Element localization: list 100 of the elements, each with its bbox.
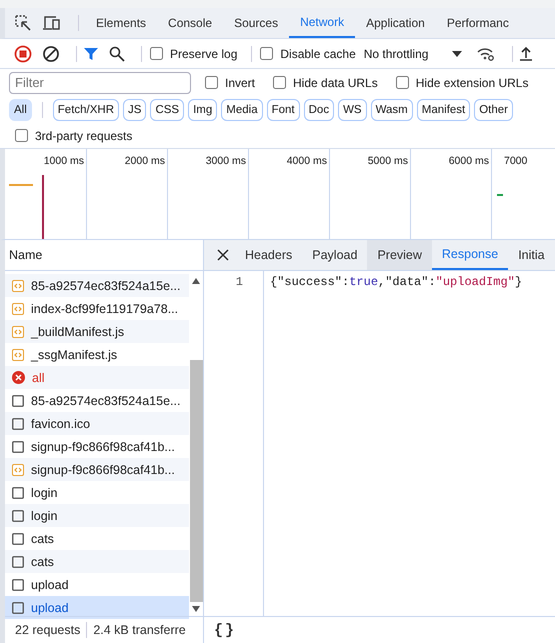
request-name: cats — [31, 554, 54, 568]
panel-tab[interactable]: Performanc — [436, 8, 520, 38]
type-filter-chip[interactable]: Wasm — [370, 98, 413, 120]
filter-field[interactable]: Filter — [9, 72, 191, 94]
code-line: {"success":true,"data":"uploadImg"} — [270, 275, 524, 289]
request-row[interactable]: cats — [5, 527, 189, 550]
document-icon — [12, 440, 24, 452]
panel-tab[interactable]: Network — [289, 8, 356, 38]
request-row[interactable]: 85-a92574ec83f524a15e... — [5, 389, 189, 412]
panel-tab[interactable]: Elements — [85, 8, 158, 38]
panel-tab[interactable]: Sources — [223, 8, 290, 38]
third-party-checkbox[interactable] — [15, 129, 28, 142]
disable-cache-checkbox[interactable] — [260, 47, 274, 60]
column-header[interactable]: Name — [9, 248, 42, 262]
request-row[interactable]: _ssgManifest.js — [5, 343, 189, 366]
time-tick-label: 6000 ms — [448, 155, 489, 169]
request-row[interactable]: _buildManifest.js — [5, 320, 189, 343]
request-name: signup-f9c866f98caf41b... — [31, 462, 175, 476]
time-tick-label: 4000 ms — [286, 155, 327, 169]
inspect-icon[interactable] — [14, 14, 32, 32]
time-tick-label: 2000 ms — [124, 155, 165, 169]
scroll-up-icon[interactable] — [192, 278, 200, 284]
throttling-dropdown[interactable]: No throttling — [364, 46, 476, 60]
request-name: login — [31, 486, 58, 500]
device-icon[interactable] — [42, 14, 62, 32]
type-filter-chip[interactable]: Doc — [304, 98, 334, 120]
detail-tab[interactable]: Preview — [367, 240, 432, 270]
type-filter-chip[interactable]: Manifest — [416, 98, 470, 120]
type-filter-chip[interactable]: WS — [338, 98, 367, 120]
type-filter-chip[interactable]: Font — [266, 98, 300, 120]
type-filter-chip[interactable]: Img — [188, 98, 218, 120]
script-file-icon — [12, 302, 24, 314]
record-icon[interactable] — [14, 44, 32, 62]
transferred-size: 2.4 kB transferre — [93, 623, 186, 637]
request-row[interactable]: index-8cf99fe119179a78... — [5, 297, 189, 320]
request-row[interactable]: login — [5, 504, 189, 527]
scroll-down-icon[interactable] — [192, 606, 200, 612]
caret-icon — [452, 50, 462, 56]
type-filter-chip[interactable]: Media — [221, 98, 263, 120]
search-icon[interactable] — [109, 46, 125, 62]
request-row[interactable]: all — [5, 366, 189, 389]
close-icon[interactable] — [217, 249, 229, 261]
pretty-print-button[interactable]: {} — [212, 622, 238, 638]
upload-icon[interactable] — [519, 46, 534, 62]
panel-tab[interactable]: Console — [157, 8, 224, 38]
request-count: 22 requests — [15, 623, 80, 637]
type-filter-chip[interactable]: JS — [123, 98, 146, 120]
request-row[interactable]: upload — [5, 596, 189, 619]
request-name: favicon.ico — [31, 416, 90, 430]
document-icon — [12, 394, 24, 406]
request-row[interactable]: signup-f9c866f98caf41b... — [5, 435, 189, 458]
request-name: login — [31, 508, 58, 522]
filter-icon[interactable] — [83, 46, 99, 62]
document-icon — [12, 532, 24, 544]
request-row[interactable]: login — [5, 481, 189, 504]
request-name: 85-a92574ec83f524a15e... — [31, 394, 180, 408]
time-tick-label: 1000 ms — [44, 155, 84, 169]
type-filter-chip[interactable]: Other — [474, 98, 513, 120]
request-row[interactable]: signup-f9c866f98caf41b... — [5, 458, 189, 481]
checkbox-label: Disable cache — [280, 46, 356, 60]
type-filter-chip[interactable]: All — [9, 98, 32, 120]
filter-option-checkbox[interactable] — [205, 76, 218, 89]
request-row[interactable]: favicon.ico — [5, 412, 189, 435]
preserve-log-checkbox[interactable] — [150, 47, 163, 60]
request-name: _buildManifest.js — [31, 324, 124, 338]
script-file-icon — [12, 280, 24, 292]
detail-tab[interactable]: Response — [432, 240, 508, 270]
time-tick-label: 7000 — [504, 155, 528, 169]
clear-icon[interactable] — [42, 44, 60, 62]
error-icon — [12, 371, 25, 384]
document-icon — [12, 578, 24, 590]
checkbox-label: Hide data URLs — [293, 76, 378, 90]
detail-tab[interactable]: Payload — [302, 240, 368, 270]
script-file-icon — [12, 464, 24, 476]
time-tick-label: 3000 ms — [206, 155, 246, 169]
document-icon — [12, 418, 24, 430]
panel-tab[interactable]: Application — [355, 8, 436, 38]
request-name: cats — [31, 532, 54, 546]
document-icon — [12, 510, 24, 522]
request-row[interactable]: 85-a92574ec83f524a15e... — [5, 274, 189, 297]
document-icon — [12, 486, 24, 498]
checkbox-label: Hide extension URLs — [416, 76, 528, 90]
request-name: _ssgManifest.js — [31, 348, 118, 362]
type-filter-chip[interactable]: Fetch/XHR — [52, 98, 120, 120]
time-tick-label: 5000 ms — [368, 155, 408, 169]
type-filter-chip[interactable]: CSS — [150, 98, 184, 120]
request-row[interactable]: upload — [5, 573, 189, 596]
request-row[interactable]: cats — [5, 550, 189, 573]
line-number: 1 — [236, 275, 243, 289]
network-settings-icon[interactable] — [476, 46, 496, 62]
checkbox-label: Invert — [225, 76, 256, 90]
detail-tab[interactable]: Headers — [235, 240, 302, 270]
script-file-icon — [12, 326, 24, 338]
request-name: upload — [31, 578, 69, 592]
request-name: upload — [31, 600, 69, 614]
detail-tab[interactable]: Initia — [508, 240, 555, 270]
document-icon — [12, 556, 24, 568]
request-name: 85-a92574ec83f524a15e... — [31, 278, 180, 292]
filter-option-checkbox[interactable] — [273, 76, 286, 89]
filter-option-checkbox[interactable] — [396, 76, 409, 89]
